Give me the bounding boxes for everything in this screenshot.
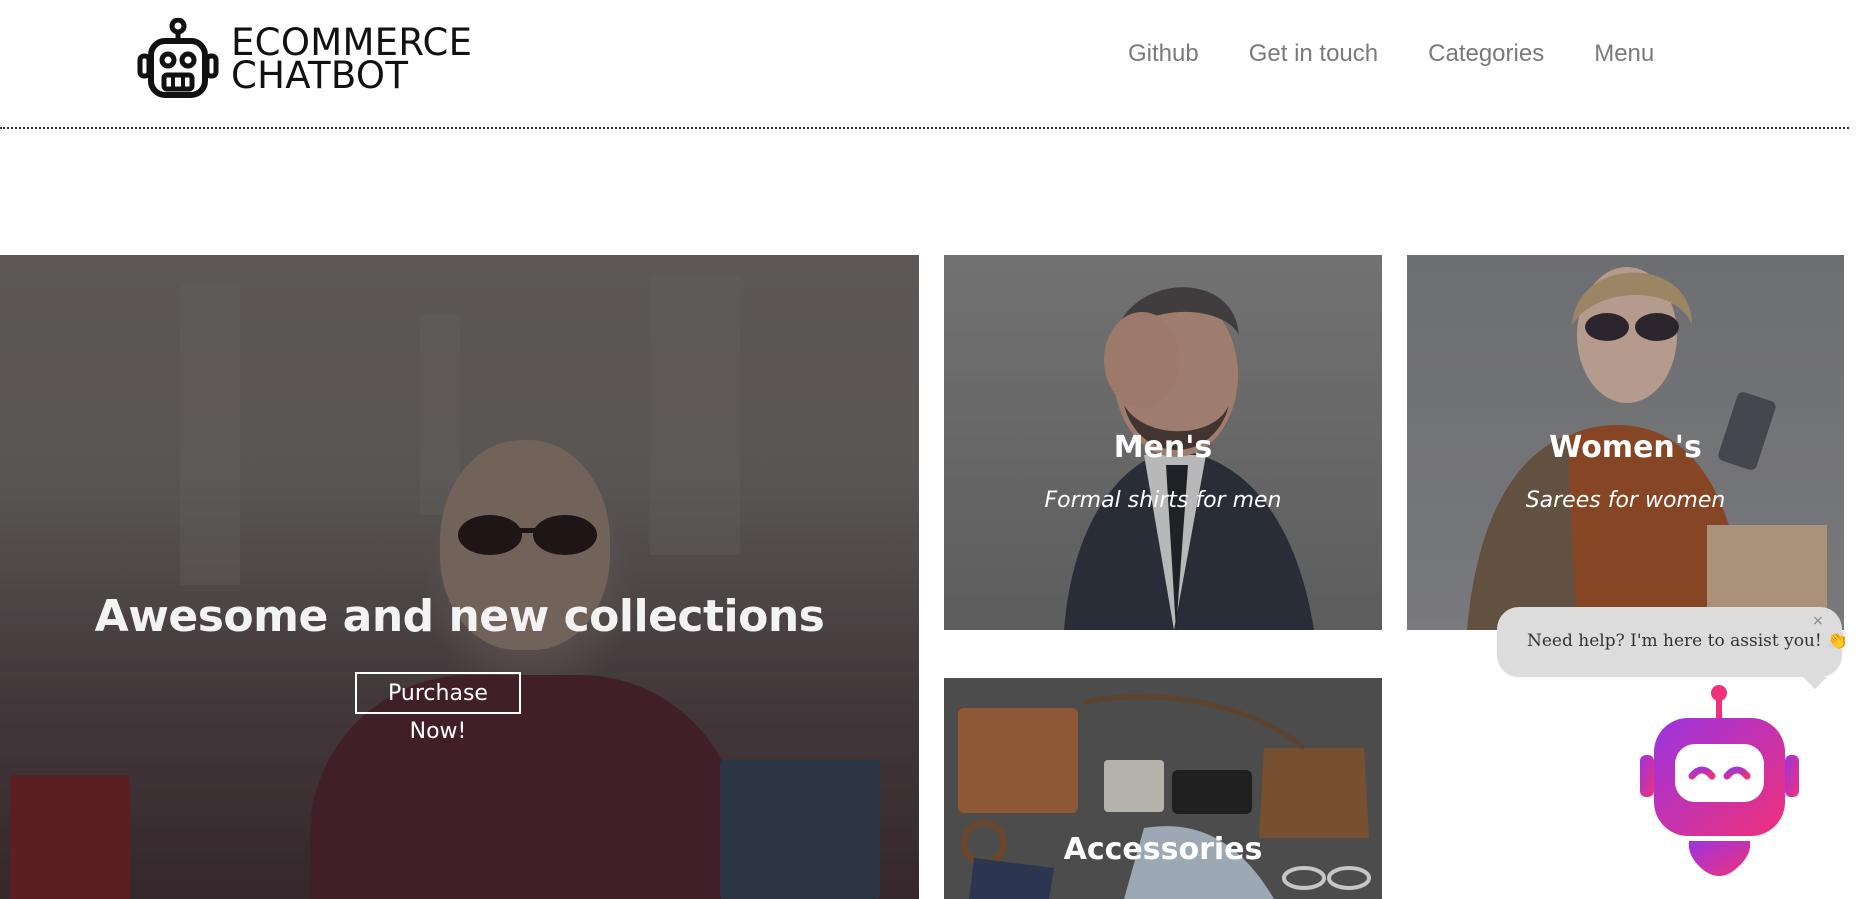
chat-prompt-text: Need help? I'm here to assist you! 👏 <box>1527 631 1849 651</box>
category-card-accessories[interactable]: Accessories <box>944 678 1382 899</box>
robot-logo-icon <box>137 18 219 98</box>
logo[interactable]: ECOMMERCE CHATBOT <box>137 18 472 100</box>
chat-prompt-bubble[interactable]: Need help? I'm here to assist you! 👏 × <box>1497 607 1848 689</box>
purchase-now-button[interactable]: Purchase Now! <box>355 672 521 744</box>
hero-banner: Awesome and new collections Purchase Now… <box>0 255 919 899</box>
chatbot-launcher-icon[interactable] <box>1637 680 1802 885</box>
mens-title: Men's <box>1113 430 1213 465</box>
nav-get-in-touch[interactable]: Get in touch <box>1249 40 1378 68</box>
close-icon[interactable]: × <box>1812 613 1824 629</box>
header-divider <box>0 127 1849 129</box>
category-card-mens[interactable]: Men's Formal shirts for men <box>944 255 1382 630</box>
category-card-womens[interactable]: Women's Sarees for women <box>1407 255 1844 630</box>
womens-subtitle: Sarees for women <box>1525 488 1726 513</box>
logo-text: ECOMMERCE CHATBOT <box>231 24 472 94</box>
page: ECOMMERCE CHATBOT Github Get in touch Ca… <box>0 0 1867 899</box>
accessories-title: Accessories <box>1063 832 1263 867</box>
nav-categories[interactable]: Categories <box>1428 40 1544 68</box>
hero-overlay <box>0 255 919 899</box>
site-header: ECOMMERCE CHATBOT Github Get in touch Ca… <box>0 0 1867 129</box>
mens-subtitle: Formal shirts for men <box>1044 488 1282 513</box>
womens-title: Women's <box>1549 430 1702 465</box>
nav-github[interactable]: Github <box>1128 40 1199 68</box>
main-nav: Github Get in touch Categories Menu <box>1128 40 1704 68</box>
nav-menu[interactable]: Menu <box>1594 40 1654 68</box>
hero-title: Awesome and new collections <box>94 591 825 642</box>
